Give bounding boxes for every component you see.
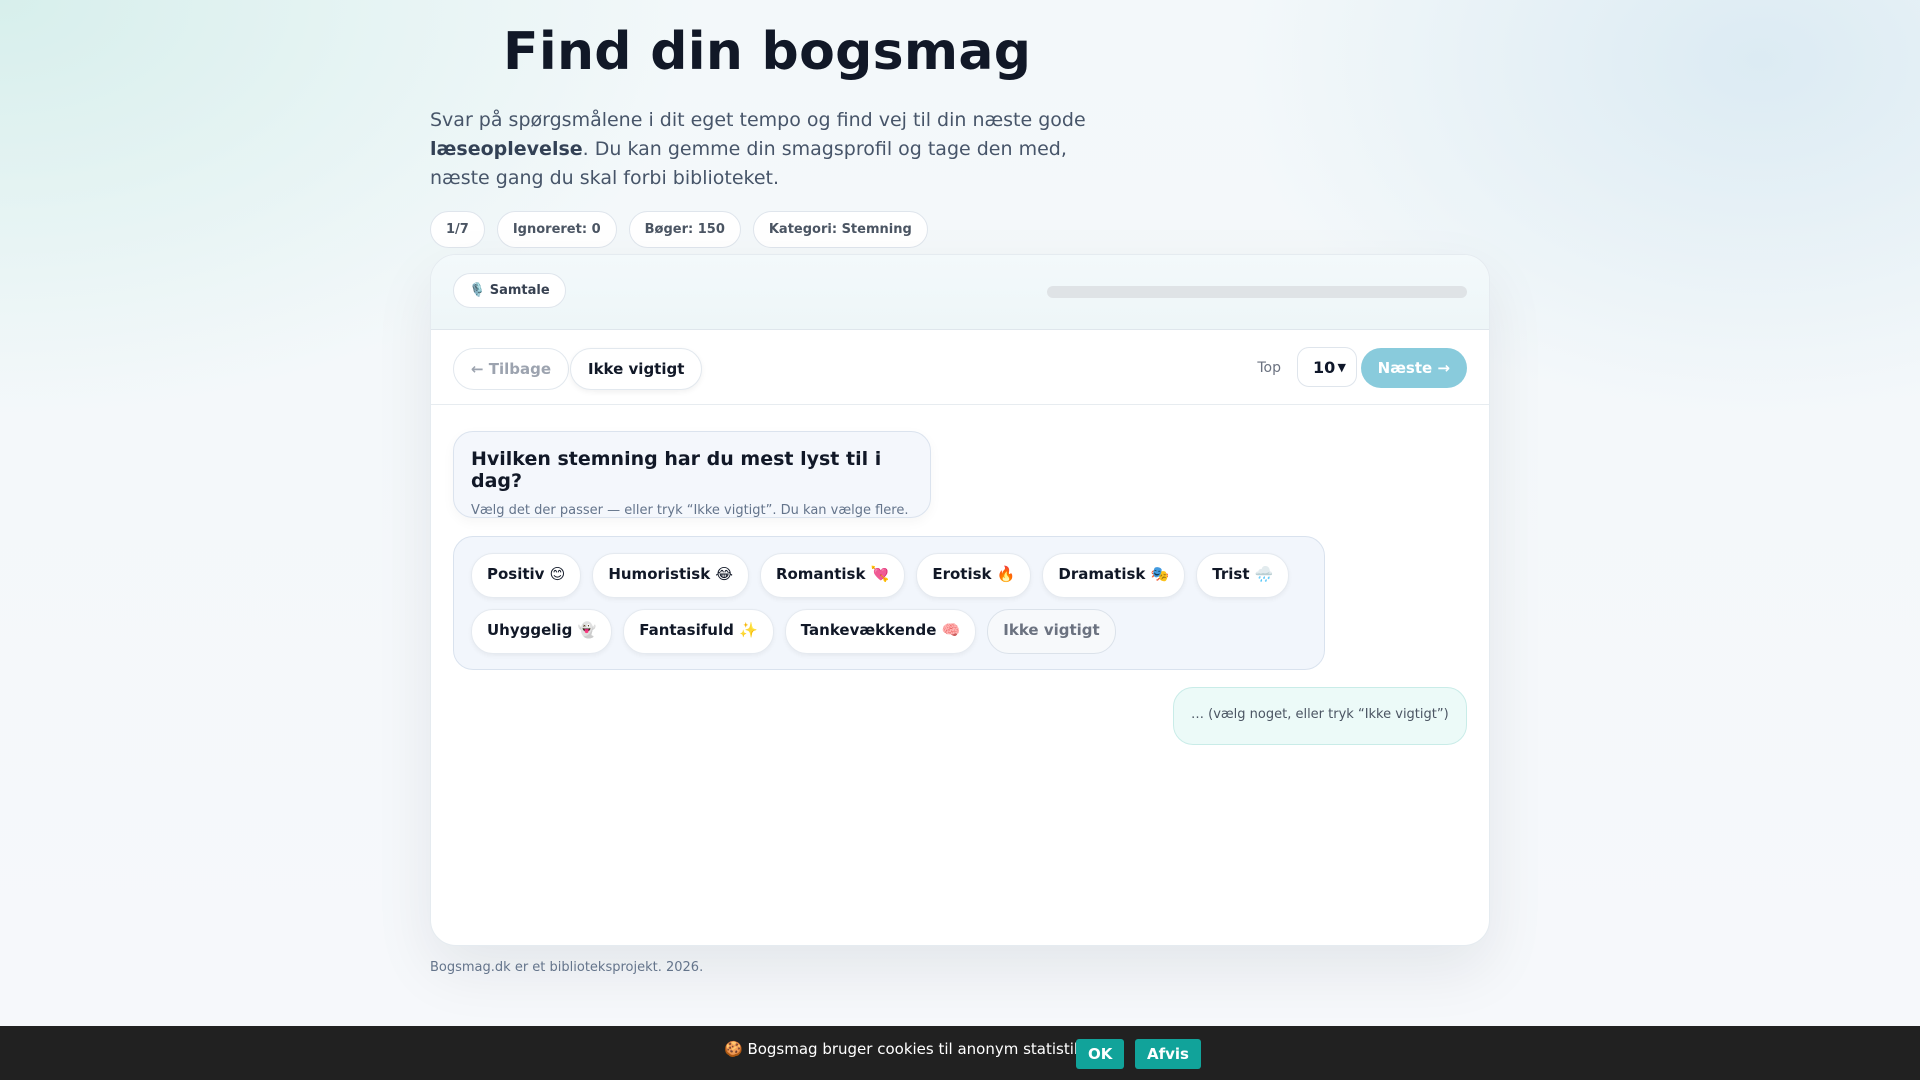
back-button[interactable]: ← Tilbage: [453, 348, 570, 390]
cookie-ok-button[interactable]: OK: [1076, 1039, 1125, 1069]
card-header: 🎙️ Samtale: [431, 255, 1489, 330]
option-tankevaekkende[interactable]: Tankevækkende 🧠: [784, 609, 977, 654]
option-humoristisk[interactable]: Humoristisk 😂: [592, 553, 749, 598]
next-button[interactable]: Næste →: [1360, 348, 1467, 388]
option-positiv[interactable]: Positiv 😊: [471, 553, 582, 598]
cookie-banner: 🍪 Bogsmag bruger cookies til anonym stat…: [0, 1026, 1920, 1080]
footer-text: Bogsmag.dk er et biblioteksprojekt. 2026…: [430, 960, 704, 975]
top-count-select[interactable]: 10 ▼: [1297, 347, 1357, 387]
question-subtitle: Vælg det der passer — eller tryk “Ikke v…: [471, 503, 909, 518]
answer-options: Positiv 😊 Humoristisk 😂 Romantisk 💘 Erot…: [453, 536, 1325, 670]
option-trist[interactable]: Trist 🌧️: [1196, 553, 1290, 598]
option-romantisk[interactable]: Romantisk 💘: [759, 553, 906, 598]
top-label: Top: [1257, 360, 1281, 376]
cookie-text: 🍪 Bogsmag bruger cookies til anonym stat…: [724, 1040, 1088, 1058]
question-bubble: Hvilken stemning har du mest lyst til i …: [453, 431, 931, 518]
option-dramatisk[interactable]: Dramatisk 🎭: [1042, 553, 1186, 598]
book-count-badge: Bøger: 150: [628, 211, 741, 248]
conversation-mode-badge: 🎙️ Samtale: [453, 273, 566, 308]
ignored-count-badge: Ignoreret: 0: [496, 211, 617, 248]
main-container: Find din bogsmag Svar på spørgsmålene i …: [430, 0, 1490, 975]
intro-text-bold: læseoplevelse: [430, 138, 583, 160]
option-uhyggelig[interactable]: Uhyggelig 👻: [471, 609, 613, 654]
top-count-value: 10: [1313, 358, 1336, 377]
option-erotisk[interactable]: Erotisk 🔥: [916, 553, 1032, 598]
cookie-decline-button[interactable]: Afvis: [1135, 1039, 1201, 1069]
user-reply-bubble: … (vælg noget, eller tryk “Ikke vigtigt”…: [1173, 687, 1467, 745]
not-important-button[interactable]: Ikke vigtigt: [570, 348, 703, 390]
category-badge: Kategori: Stemning: [752, 211, 928, 248]
step-counter-badge: 1/7: [430, 211, 485, 248]
question-title: Hvilken stemning har du mest lyst til i …: [471, 448, 882, 492]
card-toolbar: ← Tilbage Ikke vigtigt Top 10 ▼ Næste →: [431, 330, 1489, 405]
chevron-down-icon: ▼: [1337, 361, 1346, 374]
option-not-important[interactable]: Ikke vigtigt: [987, 609, 1116, 654]
intro-text: Svar på spørgsmålene i dit eget tempo og…: [430, 106, 1130, 193]
option-fantasifuld[interactable]: Fantasifuld ✨: [623, 609, 774, 654]
stats-row: 1/7 Ignoreret: 0 Bøger: 150 Kategori: St…: [430, 211, 1490, 248]
intro-text-start: Svar på spørgsmålene i dit eget tempo og…: [430, 109, 1086, 131]
quiz-card: 🎙️ Samtale ← Tilbage Ikke vigtigt Top 10…: [430, 254, 1490, 946]
page-title: Find din bogsmag: [503, 22, 1032, 82]
progress-bar: [1047, 286, 1467, 298]
